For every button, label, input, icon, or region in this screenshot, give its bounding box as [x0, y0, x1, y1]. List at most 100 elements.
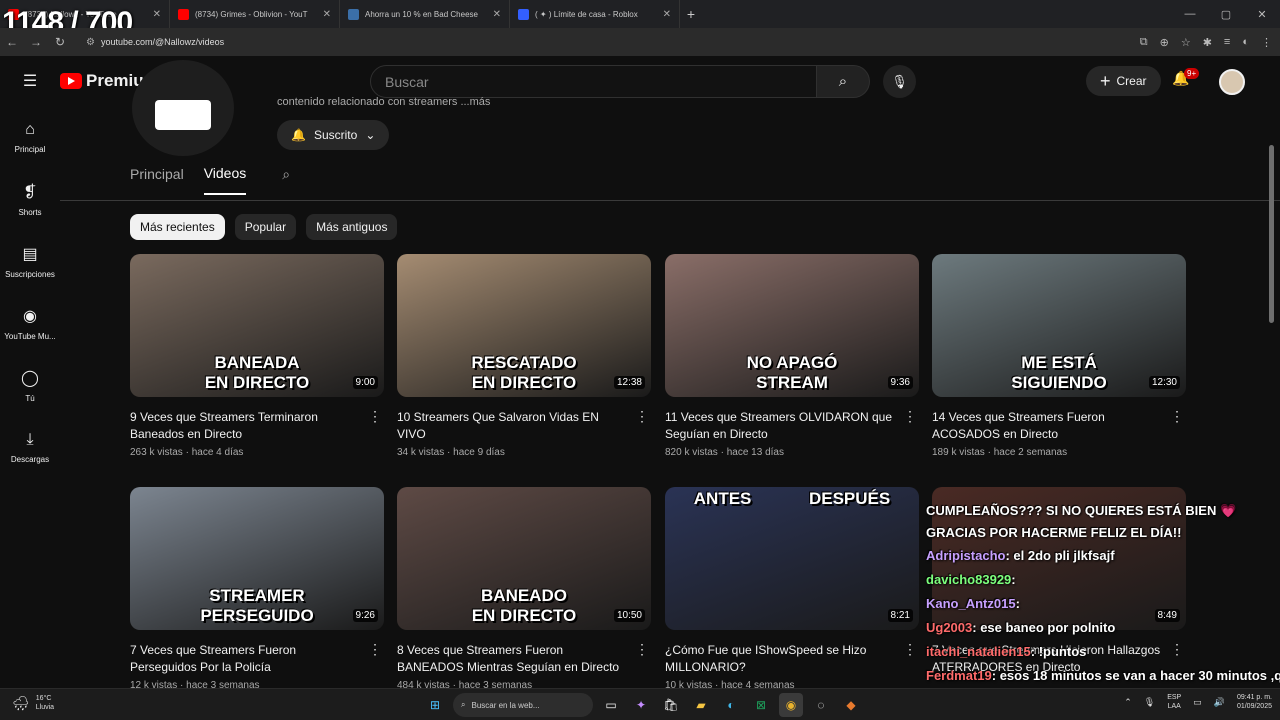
- copilot-icon[interactable]: ✦: [629, 693, 653, 717]
- profile-icon[interactable]: ◐: [1242, 36, 1249, 49]
- subscribed-button[interactable]: 🔔 Suscrito ⌄: [277, 120, 390, 150]
- forward-icon[interactable]: →: [24, 35, 48, 49]
- sidebar-item-you[interactable]: ◯ Tú: [0, 354, 60, 416]
- close-tab-icon[interactable]: ✕: [323, 9, 331, 20]
- more-options-icon[interactable]: ⋮: [903, 408, 917, 425]
- volume-icon[interactable]: 🔊: [1214, 697, 1225, 708]
- sidebar-item-label: Descargas: [10, 454, 50, 464]
- browser-tab-3[interactable]: Ahorra un 10 % en Bad Cheese ✕: [340, 0, 510, 28]
- channel-avatar[interactable]: [132, 60, 234, 156]
- chrome-icon[interactable]: ◉: [779, 693, 803, 717]
- more-options-icon[interactable]: ⋮: [903, 641, 917, 658]
- language-indicator[interactable]: ESP LAA: [1167, 693, 1181, 711]
- weather-widget[interactable]: 🌧 16°C Lluvia: [12, 694, 54, 712]
- install-icon[interactable]: ⧉: [1140, 36, 1148, 49]
- browser-tab-2[interactable]: (8734) Grimes - Oblivion - YouT ✕: [170, 0, 340, 28]
- video-thumbnail[interactable]: NO APAGÓ STREAM 9:36: [665, 254, 919, 397]
- close-tab-icon[interactable]: ✕: [493, 9, 501, 20]
- task-view-icon[interactable]: ▭: [599, 693, 623, 717]
- thumbnail-text-line: ANTES: [693, 489, 752, 508]
- sidebar-item-principal[interactable]: ⌂ Principal: [0, 106, 60, 168]
- channel-search-icon[interactable]: ⌕: [282, 166, 290, 195]
- video-title[interactable]: 7 Veces que Streamers Fueron Perseguidos…: [130, 642, 384, 676]
- reading-list-icon[interactable]: ≡: [1224, 36, 1230, 49]
- system-tray: ⌃ 🎙 ESP LAA ▭ 🔊 09:41 p. m. 01/09/2025: [1124, 693, 1272, 711]
- chat-username: davicho83929: [926, 572, 1012, 587]
- video-card[interactable]: ME ESTÁ SIGUIENDO 12:30 14 Veces que Stream…: [932, 254, 1186, 458]
- site-info-icon[interactable]: ⚙: [86, 37, 95, 48]
- menu-icon[interactable]: ⋮: [1261, 36, 1272, 49]
- tab-videos[interactable]: Videos: [203, 165, 247, 195]
- excel-icon[interactable]: ⊠: [749, 693, 773, 717]
- close-tab-icon[interactable]: ✕: [663, 9, 671, 20]
- clock[interactable]: 09:41 p. m. 01/09/2025: [1237, 693, 1272, 711]
- video-card[interactable]: ANTES DESPUÉS 8:21 ¿Cómo Fue que IShowSpeed…: [665, 487, 919, 691]
- sidebar-item-shorts[interactable]: ❡ Shorts: [0, 168, 60, 230]
- close-window-icon[interactable]: ✕: [1244, 8, 1280, 21]
- reload-icon[interactable]: ↻: [48, 35, 72, 49]
- video-thumbnail[interactable]: RESCATADO EN DIRECTO 12:38: [397, 254, 651, 397]
- new-tab-button[interactable]: +: [680, 6, 702, 22]
- channel-description[interactable]: contenido relacionado con streamers ...m…: [277, 96, 490, 108]
- video-thumbnail[interactable]: ME ESTÁ SIGUIENDO 12:30: [932, 254, 1186, 397]
- sidebar-item-label: Tú: [25, 393, 35, 403]
- video-thumbnail[interactable]: BANEADO EN DIRECTO 10:50: [397, 487, 651, 630]
- video-thumbnail[interactable]: STREAMER PERSEGUIDO 9:26: [130, 487, 384, 630]
- maximize-icon[interactable]: ▢: [1208, 8, 1244, 21]
- youtube-play-icon: [60, 73, 82, 89]
- more-options-icon[interactable]: ⋮: [368, 408, 382, 425]
- more-options-icon[interactable]: ⋮: [368, 641, 382, 658]
- taskbar-search[interactable]: ⌕ Buscar en la web...: [453, 693, 593, 717]
- url-field[interactable]: ⚙ youtube.com/@Nallowz/videos: [80, 31, 1080, 53]
- video-card[interactable]: RESCATADO EN DIRECTO 12:38 10 Streamers Que…: [397, 254, 651, 458]
- search-input[interactable]: Buscar: [370, 65, 817, 98]
- store-icon[interactable]: 🛍: [659, 693, 683, 717]
- more-options-icon[interactable]: ⋮: [1170, 408, 1184, 425]
- chat-text: :: [1015, 596, 1020, 611]
- extensions-icon[interactable]: ✱: [1203, 36, 1212, 49]
- hamburger-menu-icon[interactable]: ☰: [0, 71, 60, 91]
- browser-tab-4[interactable]: ( ✦ ) Límite de casa - Roblox ✕: [510, 0, 680, 28]
- chat-message: itachi_natalien15: !puntos: [926, 640, 1256, 664]
- chip-most-recent[interactable]: Más recientes: [130, 214, 225, 240]
- video-title[interactable]: 9 Veces que Streamers Terminaron Baneado…: [130, 409, 384, 443]
- close-tab-icon[interactable]: ✕: [153, 9, 161, 20]
- windows-start-icon[interactable]: ⊞: [423, 693, 447, 717]
- chevron-up-icon[interactable]: ⌃: [1124, 697, 1132, 708]
- microphone-icon[interactable]: 🎙: [1144, 697, 1155, 708]
- sidebar-item-music[interactable]: ◉ YouTube Mu...: [0, 292, 60, 354]
- video-card[interactable]: BANEADO EN DIRECTO 10:50 8 Veces que Stream…: [397, 487, 651, 691]
- app-icon[interactable]: ◌: [809, 693, 833, 717]
- bookmark-star-icon[interactable]: ☆: [1181, 36, 1191, 49]
- display-icon[interactable]: ▭: [1193, 697, 1202, 708]
- chip-oldest[interactable]: Más antiguos: [306, 214, 398, 240]
- account-avatar[interactable]: [1219, 69, 1245, 95]
- create-button[interactable]: + Crear: [1086, 66, 1161, 96]
- video-card[interactable]: STREAMER PERSEGUIDO 9:26 7 Veces que Stream…: [130, 487, 384, 691]
- more-options-icon[interactable]: ⋮: [635, 641, 649, 658]
- app-icon-2[interactable]: ◆: [839, 693, 863, 717]
- video-title[interactable]: 11 Veces que Streamers OLVIDARON que Seg…: [665, 409, 919, 443]
- video-thumbnail[interactable]: ANTES DESPUÉS 8:21: [665, 487, 919, 630]
- video-title[interactable]: 14 Veces que Streamers Fueron ACOSADOS e…: [932, 409, 1186, 443]
- edge-icon[interactable]: ◐: [719, 693, 743, 717]
- zoom-icon[interactable]: ⊕: [1160, 36, 1169, 49]
- video-card[interactable]: BANEADA EN DIRECTO 9:00 9 Veces que Streame…: [130, 254, 384, 458]
- search-icon: ⌕: [838, 73, 848, 90]
- video-thumbnail[interactable]: BANEADA EN DIRECTO 9:00: [130, 254, 384, 397]
- video-title[interactable]: 10 Streamers Que Salvaron Vidas EN VIVO: [397, 409, 651, 443]
- minimize-icon[interactable]: —: [1172, 8, 1208, 20]
- chip-popular[interactable]: Popular: [234, 214, 297, 240]
- video-title[interactable]: 8 Veces que Streamers Fueron BANEADOS Mi…: [397, 642, 651, 676]
- video-card[interactable]: NO APAGÓ STREAM 9:36 11 Veces que Streamers…: [665, 254, 919, 458]
- video-title[interactable]: ¿Cómo Fue que IShowSpeed se Hizo MILLONA…: [665, 642, 919, 676]
- file-explorer-icon[interactable]: ▰: [689, 693, 713, 717]
- back-icon[interactable]: ←: [0, 35, 24, 49]
- voice-search-button[interactable]: 🎙: [883, 65, 916, 98]
- search-button[interactable]: ⌕: [817, 65, 870, 98]
- sidebar-item-subscriptions[interactable]: ▤ Suscripciones: [0, 230, 60, 292]
- more-options-icon[interactable]: ⋮: [635, 408, 649, 425]
- page-scrollbar[interactable]: [1269, 145, 1274, 323]
- sidebar-item-downloads[interactable]: ⤓ Descargas: [0, 416, 60, 478]
- tab-principal[interactable]: Principal: [130, 166, 184, 194]
